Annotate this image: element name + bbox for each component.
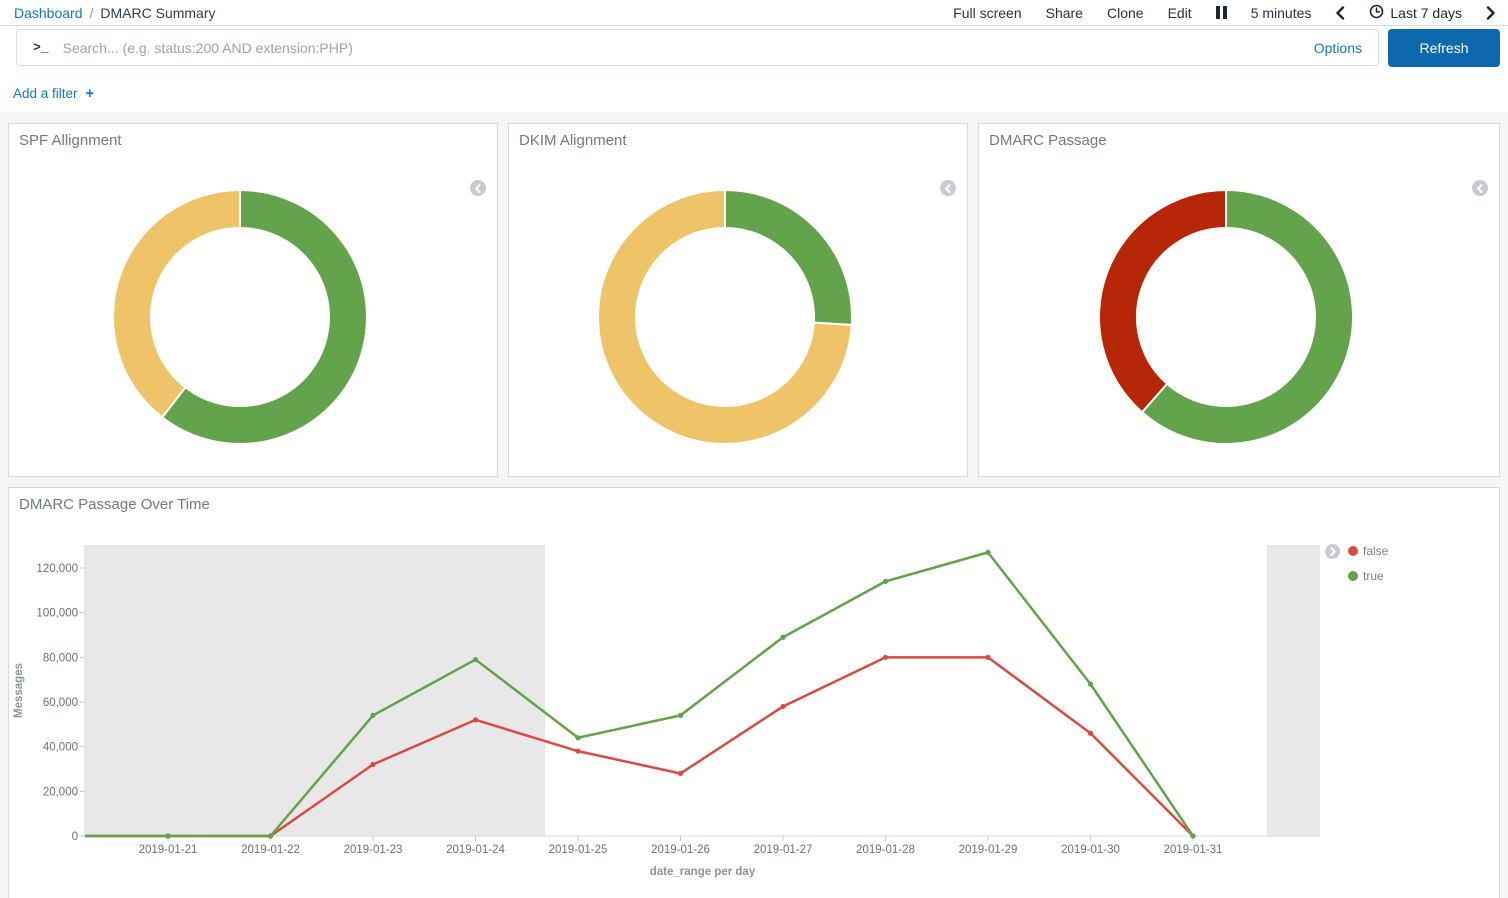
refresh-button[interactable]: Refresh (1388, 29, 1500, 67)
plus-icon[interactable]: + (85, 85, 94, 102)
chevron-right-icon[interactable] (1486, 6, 1496, 20)
panel-dmarc-passage: DMARC Passage (978, 123, 1500, 477)
search-input[interactable] (63, 40, 1302, 56)
breadcrumb-dashboard-link[interactable]: Dashboard (14, 5, 83, 21)
time-range-label: Last 7 days (1390, 5, 1462, 21)
legend-label: false (1363, 544, 1388, 558)
svg-text:20,000: 20,000 (43, 786, 78, 798)
svg-text:2019-01-30: 2019-01-30 (1061, 844, 1120, 856)
panel-dmarc-passage-over-time: DMARC Passage Over Time 0 20,000 40,000 60,… (8, 487, 1500, 898)
svg-text:Messages: Messages (13, 663, 25, 718)
svg-text:40,000: 40,000 (43, 742, 78, 754)
breadcrumb-separator: / (90, 5, 94, 21)
refresh-interval-button[interactable]: 5 minutes (1251, 5, 1312, 21)
time-range-picker[interactable]: Last 7 days (1369, 4, 1462, 22)
legend-item-true[interactable]: true (1348, 569, 1388, 583)
panel-spf-alignment: SPF Allignment (8, 123, 498, 477)
svg-text:2019-01-24: 2019-01-24 (446, 844, 505, 856)
options-link[interactable]: Options (1314, 40, 1362, 56)
svg-text:2019-01-23: 2019-01-23 (344, 844, 403, 856)
pause-icon[interactable] (1216, 6, 1227, 19)
spf-donut-chart[interactable] (9, 189, 497, 445)
panel-title: SPF Allignment (9, 124, 497, 153)
query-bar: >_ Options Refresh (0, 26, 1508, 73)
legend-dot-true-icon (1348, 571, 1358, 581)
svg-text:2019-01-26: 2019-01-26 (651, 844, 710, 856)
panel-title: DMARC Passage Over Time (9, 488, 1499, 517)
filter-bar: Add a filter + (0, 73, 1508, 112)
donut-panels-row: SPF Allignment DKIM Alignment DMARC Pass… (8, 123, 1500, 477)
top-nav-actions: Full screen Share Clone Edit 5 minutes L… (953, 4, 1496, 22)
full-screen-button[interactable]: Full screen (953, 5, 1021, 21)
top-nav: Dashboard / DMARC Summary Full screen Sh… (0, 0, 1508, 26)
legend-label: true (1363, 569, 1384, 583)
edit-button[interactable]: Edit (1168, 5, 1192, 21)
svg-text:2019-01-27: 2019-01-27 (754, 844, 813, 856)
chart-legend: false true (1348, 544, 1388, 583)
dmarc-donut-chart[interactable] (979, 189, 1499, 445)
clone-button[interactable]: Clone (1107, 5, 1144, 21)
share-button[interactable]: Share (1046, 5, 1083, 21)
svg-text:2019-01-31: 2019-01-31 (1164, 844, 1223, 856)
dkim-donut-chart[interactable] (509, 189, 967, 445)
console-prompt-icon: >_ (33, 40, 49, 55)
legend-dot-false-icon (1348, 546, 1358, 556)
legend-item-false[interactable]: false (1348, 544, 1388, 558)
svg-text:60,000: 60,000 (43, 697, 78, 709)
collapse-legend-icon[interactable] (940, 180, 956, 196)
page-title: DMARC Summary (100, 5, 215, 21)
panel-dkim-alignment: DKIM Alignment (508, 123, 968, 477)
svg-text:0: 0 (72, 831, 78, 843)
svg-text:2019-01-22: 2019-01-22 (241, 844, 300, 856)
svg-text:2019-01-25: 2019-01-25 (549, 844, 608, 856)
svg-text:120,000: 120,000 (36, 563, 78, 575)
svg-text:2019-01-28: 2019-01-28 (856, 844, 915, 856)
dashboard-grid: SPF Allignment DKIM Alignment DMARC Pass… (0, 112, 1508, 898)
chevron-left-icon[interactable] (1335, 6, 1345, 20)
clock-icon (1369, 4, 1384, 22)
svg-text:100,000: 100,000 (36, 608, 78, 620)
header-area: Dashboard / DMARC Summary Full screen Sh… (0, 0, 1508, 112)
panel-title: DKIM Alignment (509, 124, 967, 153)
collapse-legend-icon[interactable] (470, 180, 486, 196)
svg-text:date_range per day: date_range per day (650, 866, 756, 878)
collapse-legend-icon[interactable] (1472, 180, 1488, 196)
expand-legend-icon[interactable] (1325, 544, 1340, 559)
search-input-container[interactable]: >_ Options (16, 29, 1379, 66)
svg-text:80,000: 80,000 (43, 652, 78, 664)
svg-text:2019-01-29: 2019-01-29 (959, 844, 1018, 856)
add-filter-link[interactable]: Add a filter (13, 86, 78, 101)
svg-text:2019-01-21: 2019-01-21 (139, 844, 198, 856)
breadcrumb: Dashboard / DMARC Summary (14, 5, 216, 21)
panel-title: DMARC Passage (979, 124, 1499, 153)
